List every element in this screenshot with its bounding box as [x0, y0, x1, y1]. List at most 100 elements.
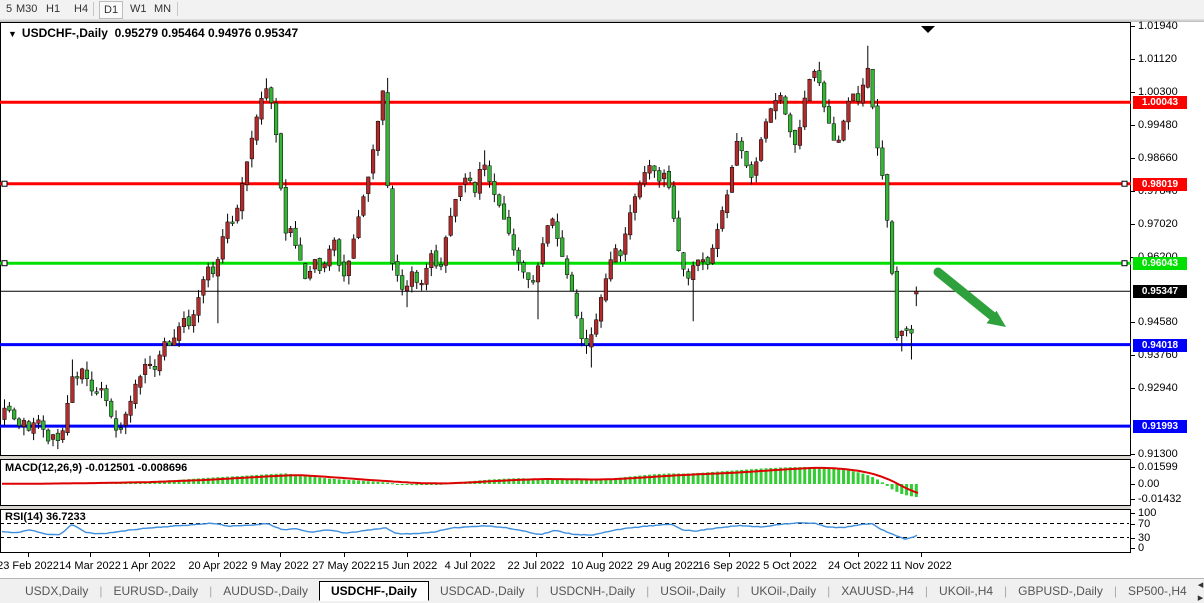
bear-candle — [667, 171, 671, 187]
macd-histogram-bar — [881, 482, 884, 484]
bull-candle — [366, 177, 370, 194]
macd-histogram-bar — [915, 484, 918, 497]
macd-histogram-bar — [406, 484, 409, 485]
bull-candle — [808, 79, 812, 101]
bull-candle — [478, 169, 482, 193]
bull-candle — [915, 291, 919, 294]
symbol-tab-audusddaily[interactable]: AUDUSD-,Daily — [212, 581, 319, 601]
symbol-tab-usdcaddaily[interactable]: USDCAD-,Daily — [429, 581, 536, 601]
bear-candle — [822, 83, 826, 107]
bull-candle — [463, 178, 467, 184]
timeframe-button-m30[interactable]: M30 — [12, 1, 41, 17]
bear-candle — [105, 389, 109, 401]
timeframe-button-w1[interactable]: W1 — [126, 1, 151, 17]
symbol-tab-usoildaily[interactable]: USOil-,Daily — [649, 581, 736, 601]
toolbar-separator — [177, 2, 178, 16]
bear-candle — [556, 222, 560, 239]
bear-candle — [211, 267, 215, 274]
price-axis[interactable]: 1.019401.011201.003000.994800.986600.978… — [1131, 22, 1204, 553]
bull-candle — [100, 389, 104, 391]
macd-histogram-bar — [386, 483, 389, 484]
macd-histogram-bar — [895, 484, 898, 492]
bull-candle — [851, 94, 855, 101]
bull-candle — [328, 249, 332, 266]
bear-candle — [12, 410, 16, 419]
bear-candle — [56, 433, 60, 441]
bull-candle — [362, 197, 366, 216]
date-axis-tick — [921, 553, 922, 557]
macd-histogram-bar — [367, 481, 370, 484]
bull-candle — [80, 369, 84, 379]
macd-histogram-bar — [818, 467, 821, 484]
trend-arrow[interactable] — [938, 272, 996, 319]
bear-candle — [832, 124, 836, 141]
bear-candle — [109, 401, 113, 416]
bear-candle — [871, 69, 875, 107]
date-axis[interactable]: 23 Feb 202214 Mar 20221 Apr 202220 Apr 2… — [0, 553, 1131, 578]
bull-candle — [71, 377, 75, 403]
bull-candle — [177, 327, 181, 341]
date-axis-label: 22 Jul 2022 — [508, 560, 565, 572]
symbol-tab-xauusdh4[interactable]: XAUUSD-,H4 — [830, 581, 925, 601]
bull-candle — [721, 211, 725, 229]
tab-scroll-arrows[interactable]: ◂ ▸ — [1198, 578, 1204, 603]
date-axis-tick — [344, 553, 345, 557]
macd-histogram-bar — [352, 480, 355, 484]
bull-candle — [66, 403, 70, 432]
symbol-tab-ukoilh4[interactable]: UKOil-,H4 — [928, 581, 1004, 601]
bear-candle — [580, 319, 584, 339]
candlestick-chart[interactable] — [0, 22, 1131, 456]
bear-candle — [565, 259, 569, 275]
symbol-tab-usdxdaily[interactable]: USDX,Daily — [14, 581, 99, 601]
bear-candle — [512, 235, 516, 250]
line-handle[interactable] — [1122, 181, 1127, 186]
bull-candle — [546, 226, 550, 244]
bull-candle — [289, 228, 293, 232]
level-price-label: 1.00043 — [1133, 96, 1187, 109]
chevron-down-icon[interactable]: ▼ — [8, 29, 17, 39]
price-axis-label: 0.97020 — [1138, 218, 1178, 230]
date-axis-label: 14 Mar 2022 — [59, 560, 121, 572]
bull-candle — [590, 335, 594, 347]
macd-histogram-bar — [813, 467, 816, 484]
chart-shift-marker-icon[interactable] — [921, 26, 935, 33]
line-handle[interactable] — [2, 261, 7, 266]
bear-candle — [75, 377, 79, 379]
date-axis-label: 16 Sep 2022 — [698, 560, 760, 572]
symbol-tab-gbpusddaily[interactable]: GBPUSD-,Daily — [1007, 581, 1114, 601]
symbol-tab-usdcnhdaily[interactable]: USDCNH-,Daily — [539, 581, 646, 601]
macd-histogram-bar — [299, 475, 302, 484]
bear-candle — [488, 166, 492, 182]
bear-candle — [386, 92, 390, 185]
price-axis-label: 0.98660 — [1138, 152, 1178, 164]
timeframe-button-mn[interactable]: MN — [150, 1, 175, 17]
timeframe-button-d1[interactable]: D1 — [99, 1, 123, 19]
date-axis-tick — [28, 553, 29, 557]
timeframe-button-h1[interactable]: H1 — [42, 1, 64, 17]
timeframe-button-h4[interactable]: H4 — [70, 1, 92, 17]
bull-candle — [725, 195, 729, 213]
symbol-tab-usdchfdaily[interactable]: USDCHF-,Daily — [319, 581, 429, 601]
macd-histogram-bar — [328, 479, 331, 484]
date-axis-tick — [149, 553, 150, 557]
symbol-tab-eurusddaily[interactable]: EURUSD-,Daily — [102, 581, 209, 601]
symbol-tab-sp500h4[interactable]: SP500-,H4 — [1117, 581, 1198, 601]
bear-candle — [299, 245, 303, 260]
bear-candle — [468, 178, 472, 180]
bear-candle — [168, 342, 172, 346]
bear-candle — [415, 272, 419, 282]
bull-candle — [182, 318, 186, 326]
bear-candle — [687, 272, 691, 279]
bull-candle — [638, 184, 642, 197]
bear-candle — [497, 195, 501, 205]
bull-candle — [226, 222, 230, 239]
line-handle[interactable] — [2, 181, 7, 186]
bull-candle — [308, 271, 312, 278]
date-axis-label: 10 Aug 2022 — [571, 560, 633, 572]
rsi-chart[interactable] — [0, 509, 1131, 553]
line-handle[interactable] — [1122, 261, 1127, 266]
macd-histogram-bar — [852, 471, 855, 484]
macd-histogram-bar — [207, 478, 210, 484]
symbol-tab-ukoildaily[interactable]: UKOil-,Daily — [740, 581, 827, 601]
price-axis-tick — [1131, 59, 1135, 60]
